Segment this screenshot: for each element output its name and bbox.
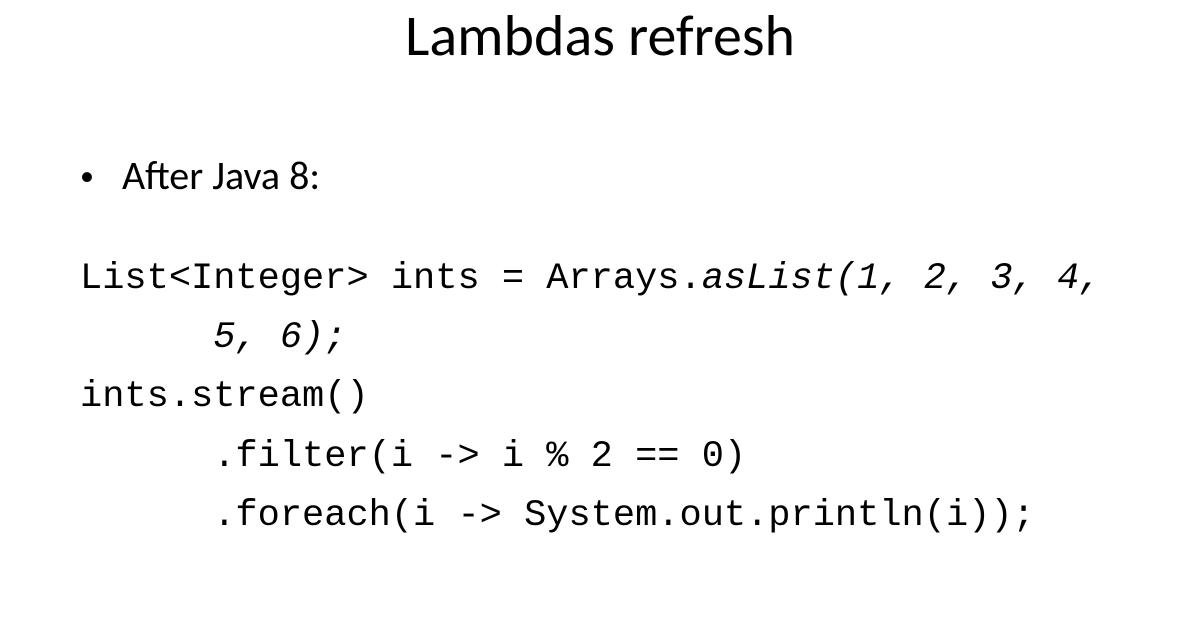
code-line-2: 5, 6); <box>80 317 346 359</box>
bullet-dot-icon: • <box>80 162 94 190</box>
slide: Lambdas refresh • After Java 8: List<Int… <box>0 0 1200 630</box>
slide-title: Lambdas refresh <box>0 0 1200 71</box>
code-line-1a: List<Integer> ints = Arrays. <box>80 258 702 300</box>
slide-content: • After Java 8: List<Integer> ints = Arr… <box>0 71 1200 546</box>
code-line-4: .filter(i -> i % 2 == 0) <box>80 436 746 478</box>
code-block: List<Integer> ints = Arrays.asList(1, 2,… <box>80 250 1120 546</box>
code-line-1b: asList(1, 2, 3, 4, <box>702 258 1102 300</box>
code-line-3: ints.stream() <box>80 376 369 418</box>
bullet-item: • After Java 8: <box>80 151 1120 200</box>
code-line-5: .foreach(i -> System.out.println(i)); <box>80 495 1035 537</box>
bullet-text: After Java 8: <box>122 151 320 200</box>
